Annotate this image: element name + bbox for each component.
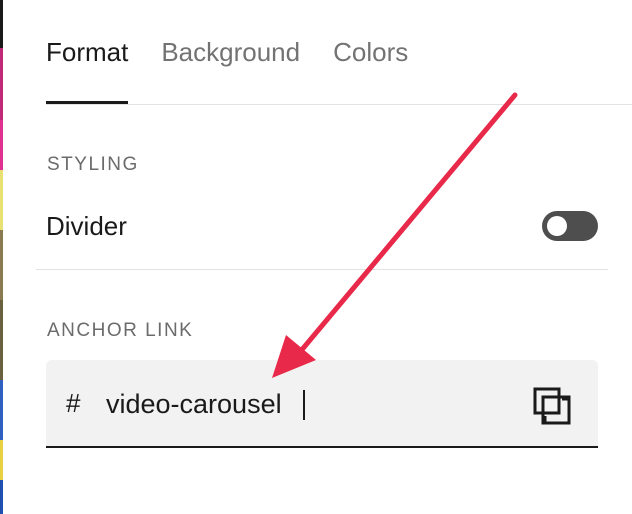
tab-background[interactable]: Background [161, 26, 300, 78]
block-settings-panel: Format Background Colors STYLING Divider… [0, 0, 632, 514]
copy-icon[interactable] [532, 386, 572, 426]
tab-colors[interactable]: Colors [333, 26, 408, 78]
divider-toggle[interactable] [542, 211, 598, 241]
anchor-link-field: # [46, 360, 598, 448]
tab-format[interactable]: Format [46, 26, 129, 104]
anchor-link-heading: ANCHOR LINK [47, 320, 194, 341]
divider-label: Divider [46, 210, 127, 241]
text-caret [303, 390, 305, 420]
toggle-knob [547, 216, 567, 236]
section-divider [36, 269, 608, 270]
styling-heading: STYLING [47, 154, 139, 175]
tab-bar: Format Background Colors [46, 26, 408, 104]
anchor-link-input[interactable] [106, 382, 506, 426]
divider-setting-row: Divider [46, 204, 598, 248]
tabs-divider [46, 104, 632, 105]
hash-prefix: # [66, 388, 81, 418]
